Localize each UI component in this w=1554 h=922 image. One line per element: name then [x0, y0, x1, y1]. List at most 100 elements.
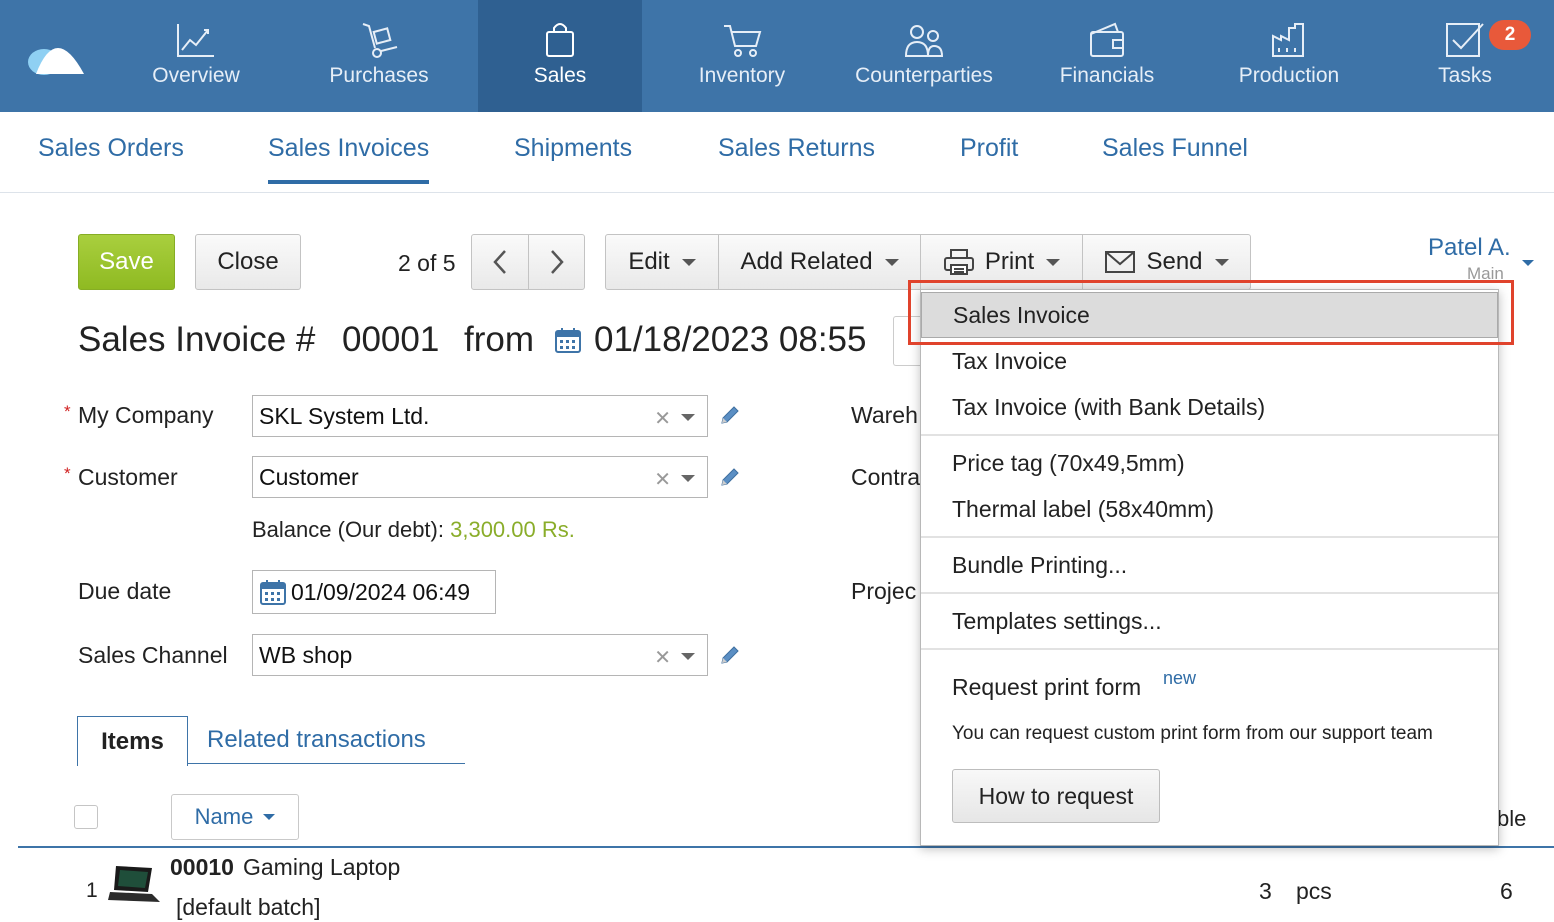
- dropdown-arrow-icon[interactable]: [681, 475, 695, 482]
- print-label: Print: [984, 248, 1035, 275]
- user-subtitle: Main: [1467, 264, 1504, 283]
- nav-label: Financials: [1059, 64, 1155, 87]
- table-header-divider: [18, 846, 1554, 848]
- due-date-label: Due date: [78, 578, 172, 604]
- menu-item-bundle-printing[interactable]: Bundle Printing...: [921, 542, 1498, 588]
- nav-production[interactable]: Production: [1233, 0, 1345, 112]
- nav-sales[interactable]: Sales: [478, 0, 642, 112]
- app-logo[interactable]: [26, 32, 86, 76]
- menu-item-price-tag[interactable]: Price tag (70x49,5mm): [921, 440, 1498, 486]
- hand-truck-icon: [362, 23, 398, 58]
- title-from-label: from: [464, 320, 534, 359]
- how-to-request-button[interactable]: How to request: [952, 769, 1160, 823]
- nav-label: Counterparties: [855, 64, 993, 87]
- due-date-value: 01/09/2024 06:49: [291, 578, 471, 605]
- name-header-label: Name: [194, 804, 254, 829]
- edit-dropdown-button[interactable]: Edit: [605, 234, 719, 290]
- menu-divider: [921, 648, 1498, 650]
- select-all-checkbox[interactable]: [74, 805, 98, 829]
- menu-item-templates-settings[interactable]: Templates settings...: [921, 598, 1498, 644]
- dropdown-arrow-icon[interactable]: [681, 653, 695, 660]
- menu-item-request-print-form[interactable]: Request print form: [921, 664, 1498, 710]
- nav-label: Overview: [152, 64, 240, 87]
- sales-channel-value: WB shop: [259, 641, 353, 668]
- menu-item-thermal-label[interactable]: Thermal label (58x40mm): [921, 486, 1498, 532]
- clear-icon[interactable]: ✕: [654, 406, 671, 431]
- save-button[interactable]: Save: [78, 234, 175, 290]
- edit-pencil-icon[interactable]: [719, 644, 741, 666]
- tab-items[interactable]: Items: [77, 716, 188, 766]
- user-name[interactable]: Patel A.: [1428, 234, 1511, 262]
- edit-pencil-icon[interactable]: [719, 404, 741, 426]
- tasks-count-badge: 2: [1489, 20, 1531, 50]
- customer-value: Customer: [259, 463, 359, 490]
- menu-item-tax-invoice-bank-details[interactable]: Tax Invoice (with Bank Details): [921, 384, 1498, 430]
- edit-pencil-icon[interactable]: [719, 466, 741, 488]
- subnav-sales-funnel[interactable]: Sales Funnel: [1102, 134, 1248, 163]
- printer-icon: [943, 249, 974, 275]
- due-date-input[interactable]: 01/09/2024 06:49: [252, 570, 496, 614]
- name-column-header[interactable]: Name: [171, 794, 299, 840]
- chart-line-icon: [177, 24, 214, 57]
- document-number: 00001: [342, 320, 440, 359]
- clear-icon[interactable]: ✕: [654, 645, 671, 670]
- product-name[interactable]: Gaming Laptop: [243, 854, 400, 881]
- nav-tasks[interactable]: Tasks: [1434, 0, 1496, 112]
- row-quantity[interactable]: 3: [1259, 878, 1272, 905]
- close-button[interactable]: Close: [195, 234, 301, 290]
- user-caret-down-icon[interactable]: [1522, 260, 1534, 266]
- nav-purchases[interactable]: Purchases: [320, 0, 438, 112]
- subnav-sales-invoices[interactable]: Sales Invoices: [268, 134, 430, 184]
- previous-record-button[interactable]: [471, 234, 529, 290]
- customer-label: Customer: [78, 464, 178, 490]
- caret-down-icon: [884, 258, 899, 266]
- print-dropdown-menu: Sales Invoice Tax Invoice Tax Invoice (w…: [920, 289, 1499, 846]
- contract-label: Contra: [851, 464, 921, 490]
- sub-navigation: Sales Orders Sales Invoices Shipments Sa…: [0, 112, 1554, 193]
- product-batch[interactable]: [default batch]: [176, 894, 321, 921]
- sales-channel-select[interactable]: WB shop ✕: [252, 634, 708, 676]
- subnav-profit[interactable]: Profit: [960, 134, 1018, 163]
- balance-amount: 3,300.00 Rs.: [450, 517, 575, 542]
- customer-select[interactable]: Customer ✕: [252, 456, 708, 498]
- menu-item-sales-invoice[interactable]: Sales Invoice: [921, 292, 1498, 338]
- calendar-icon[interactable]: [260, 579, 286, 605]
- subnav-shipments[interactable]: Shipments: [514, 134, 632, 163]
- caret-down-icon: [1214, 258, 1229, 266]
- my-company-label: My Company: [78, 402, 214, 428]
- nav-overview[interactable]: Overview: [143, 0, 249, 112]
- shopping-bag-icon: [546, 23, 574, 57]
- laptop-thumbnail: [108, 866, 160, 902]
- tab-related-transactions[interactable]: Related transactions: [188, 716, 465, 764]
- required-marker: *: [64, 464, 71, 483]
- nav-label: Purchases: [329, 64, 429, 87]
- my-company-select[interactable]: SKL System Ltd. ✕: [252, 395, 708, 437]
- subnav-sales-returns[interactable]: Sales Returns: [718, 134, 875, 163]
- pager-text: 2 of 5: [398, 250, 456, 276]
- menu-item-tax-invoice[interactable]: Tax Invoice: [921, 338, 1498, 384]
- my-company-value: SKL System Ltd.: [259, 402, 430, 429]
- add-related-dropdown-button[interactable]: Add Related: [718, 234, 921, 290]
- clear-icon[interactable]: ✕: [654, 467, 671, 492]
- factory-icon: [1272, 23, 1304, 57]
- chevron-left-icon: [493, 250, 506, 274]
- print-dropdown-button[interactable]: Print: [920, 234, 1083, 290]
- nav-financials[interactable]: Financials: [1054, 0, 1160, 112]
- nav-label: Tasks: [1438, 64, 1492, 87]
- nav-inventory[interactable]: Inventory: [690, 0, 794, 112]
- document-datetime[interactable]: 01/18/2023 08:55: [594, 320, 866, 360]
- balance-info: Balance (Our debt): 3,300.00 Rs.: [252, 517, 575, 543]
- subnav-sales-orders[interactable]: Sales Orders: [38, 134, 184, 163]
- nav-counterparties[interactable]: Counterparties: [848, 0, 1000, 112]
- shopping-cart-icon: [724, 25, 762, 57]
- request-help-text: You can request custom print form from o…: [952, 723, 1433, 744]
- top-navigation: Overview Purchases Sales Inventory Count…: [0, 0, 1554, 112]
- nav-label: Sales: [533, 64, 587, 87]
- dropdown-arrow-icon[interactable]: [681, 414, 695, 421]
- send-label: Send: [1146, 248, 1203, 275]
- send-dropdown-button[interactable]: Send: [1082, 234, 1251, 290]
- document-type-title: Sales Invoice #: [78, 320, 316, 359]
- calendar-icon[interactable]: [555, 327, 581, 353]
- next-record-button[interactable]: [528, 234, 585, 290]
- row-unit: pcs: [1296, 878, 1332, 904]
